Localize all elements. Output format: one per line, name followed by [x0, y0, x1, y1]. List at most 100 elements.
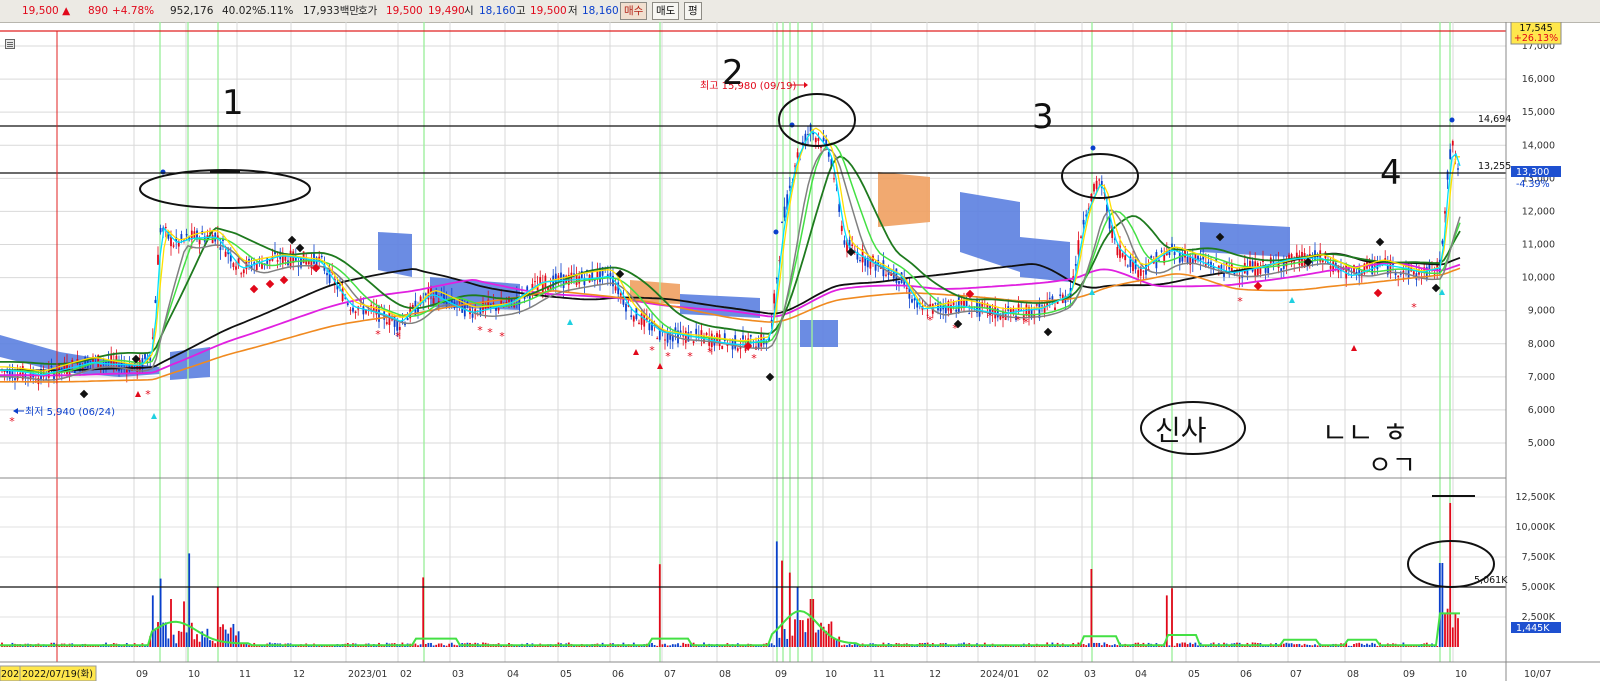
- volume-bar: [203, 637, 206, 647]
- sell-button[interactable]: 매도: [652, 2, 680, 20]
- candle-body: [388, 312, 391, 325]
- volume-bar: [1095, 642, 1098, 647]
- candle-body: [1173, 252, 1176, 256]
- candle-body: [1207, 261, 1210, 264]
- candle-body: [440, 294, 443, 296]
- volume-bar: [193, 639, 196, 647]
- candle-body: [557, 275, 560, 281]
- volume-bar: [157, 622, 159, 647]
- volume-bar: [448, 643, 451, 647]
- chart-area[interactable]: * * * * * * * * * * * * * * * * * * * 17,000 16,000 15,000 14…: [0, 22, 1600, 681]
- volume-bar: [687, 643, 690, 647]
- candle-body: [1259, 267, 1262, 274]
- date-tick-label: 03: [1084, 669, 1096, 680]
- volume-bar: [1303, 643, 1306, 647]
- candle-body: [346, 303, 349, 306]
- price-tick-label: 14,000: [1522, 140, 1555, 151]
- signal-arrow-up: [1351, 345, 1357, 351]
- date-tick-label: 06: [1240, 669, 1252, 680]
- candle-body: [242, 269, 245, 274]
- low-label: 저: [568, 5, 578, 17]
- candle-body: [1256, 263, 1259, 276]
- volume-bar: [196, 634, 198, 647]
- volume-bar: [1368, 644, 1371, 647]
- volume-bar: [1113, 644, 1116, 647]
- open-price: 18,160: [479, 5, 516, 17]
- candle-body: [648, 323, 651, 331]
- date-tick-label: 11: [239, 669, 251, 680]
- signal-dot: [1449, 117, 1455, 123]
- candle-body: [1150, 255, 1153, 258]
- candle-body: [822, 137, 825, 142]
- volume-bar: [159, 578, 162, 647]
- high-label: 고: [516, 5, 526, 17]
- date-tick-label: 02: [1037, 669, 1049, 680]
- candle-body: [1392, 263, 1394, 265]
- candle-body: [957, 297, 960, 313]
- candle-body: [232, 263, 235, 267]
- signal-star: *: [707, 346, 713, 359]
- candle-body: [1451, 141, 1454, 146]
- candle-body: [796, 152, 799, 158]
- candle-body: [1449, 149, 1452, 159]
- price-tick-label: 6,000: [1528, 405, 1555, 416]
- volume-bar: [1301, 645, 1303, 647]
- hand-note-2: 2: [722, 53, 744, 93]
- stock-chart[interactable]: *** * * * ** * * * **** * ** * 17,00016,00015,00014…: [0, 22, 1600, 681]
- volume-bar: [773, 645, 776, 647]
- volume-bar: [151, 595, 154, 647]
- volume-tick-label: 10,000K: [1516, 522, 1556, 533]
- volume-bar: [1176, 643, 1179, 647]
- price-tick-label: 5,000: [1528, 438, 1555, 449]
- candle-body: [235, 266, 237, 270]
- candle-body: [513, 305, 516, 308]
- signal-star: *: [751, 352, 757, 365]
- candle-body: [224, 251, 227, 257]
- candle-body: [625, 303, 627, 312]
- candle-body: [898, 281, 900, 284]
- ma-line-orange: [0, 267, 1461, 383]
- candle-body: [640, 313, 643, 325]
- volume-bar: [851, 645, 854, 647]
- volume-bar: [242, 644, 245, 647]
- volume-bar: [1358, 642, 1361, 647]
- candle-body: [1251, 261, 1254, 272]
- date-tick-label: 2024/01: [980, 669, 1019, 680]
- current-price: 19,500 ▲: [22, 5, 71, 17]
- current-price-label: 17,545 +26.13%: [1510, 22, 1562, 45]
- candle-body: [406, 318, 409, 321]
- volume-bar: [1446, 608, 1449, 647]
- candle-body: [573, 273, 575, 275]
- chart-settings-icon[interactable]: [5, 39, 15, 49]
- volume-bar: [804, 632, 807, 647]
- volume-bar: [432, 645, 435, 647]
- volume-bar: [1285, 642, 1288, 647]
- candle-body: [656, 338, 659, 340]
- eval-button[interactable]: 평: [684, 2, 702, 20]
- volume-bar: [1308, 645, 1311, 647]
- volume-bar: [653, 644, 656, 647]
- date-tick-label: 09: [775, 669, 787, 680]
- candle-body: [1303, 253, 1306, 268]
- volume-bar: [801, 620, 804, 647]
- signal-star: *: [665, 350, 671, 363]
- candle-body: [1080, 236, 1082, 238]
- volume-bar: [180, 631, 183, 647]
- signal-diamond: [1431, 283, 1441, 293]
- signal-diamond: [295, 243, 305, 253]
- candle-body: [718, 334, 721, 347]
- buy-button[interactable]: 매수: [620, 2, 648, 20]
- volume-bar: [237, 631, 240, 647]
- candle-body: [432, 298, 435, 304]
- candle-body: [172, 245, 175, 247]
- date-tick-label: 05: [560, 669, 572, 680]
- signal-star: *: [1015, 314, 1021, 327]
- resistance-label-1: 14,694: [1478, 114, 1511, 125]
- candle-body: [695, 328, 698, 335]
- volume-bar: [1173, 645, 1176, 647]
- price-tick-label: 16,000: [1522, 74, 1555, 85]
- candle-body: [240, 273, 243, 275]
- volume-bar: [1181, 642, 1184, 647]
- volume-bar: [1103, 642, 1106, 647]
- candle-body: [1077, 240, 1080, 255]
